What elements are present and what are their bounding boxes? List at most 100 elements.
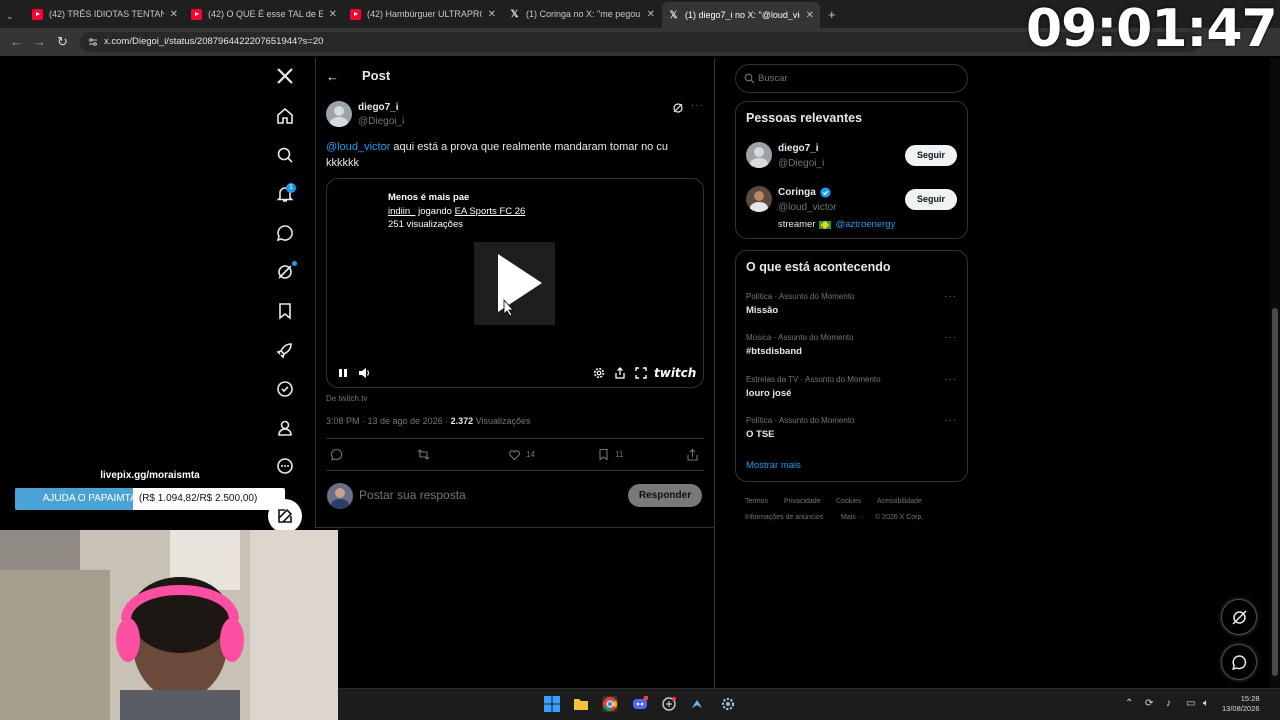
close-icon[interactable]: ✕ bbox=[806, 10, 814, 21]
browser-tab-3[interactable]: (42) Hambúrguer ULTRAPROCESS ✕ bbox=[344, 4, 502, 24]
display-icon[interactable]: ▭ bbox=[1186, 698, 1195, 709]
more-options-icon[interactable]: ··· bbox=[944, 374, 957, 385]
scrollbar-thumb[interactable] bbox=[1272, 308, 1278, 676]
footer-link[interactable]: Privacidade bbox=[784, 498, 821, 505]
trend-name[interactable]: Missão bbox=[746, 305, 778, 316]
repost-action[interactable] bbox=[417, 448, 435, 461]
more-options-icon[interactable]: ··· bbox=[944, 332, 957, 343]
footer-link[interactable]: Cookies bbox=[836, 498, 861, 505]
trend-name[interactable]: #btsdisband bbox=[746, 346, 802, 357]
chat-icon[interactable] bbox=[275, 223, 295, 243]
share-icon[interactable] bbox=[613, 366, 627, 380]
more-options-icon[interactable]: ··· bbox=[691, 100, 704, 111]
footer-link[interactable]: Informações de anúncios bbox=[745, 514, 823, 521]
chrome-icon[interactable] bbox=[602, 696, 618, 712]
pause-icon[interactable] bbox=[336, 366, 350, 380]
bookmark-icon[interactable] bbox=[275, 301, 295, 321]
page-title: Post bbox=[362, 68, 391, 83]
like-count: 14 bbox=[526, 450, 535, 459]
footer-link[interactable]: Mais ··· bbox=[841, 514, 865, 521]
person-handle[interactable]: @Diegoi_i bbox=[778, 158, 824, 169]
user-avatar[interactable] bbox=[327, 483, 353, 509]
verified-icon[interactable] bbox=[275, 379, 295, 399]
chevron-up-icon[interactable]: ⌃ bbox=[1125, 698, 1133, 709]
close-icon[interactable]: ✕ bbox=[329, 9, 337, 20]
home-icon[interactable] bbox=[275, 106, 295, 126]
settings-icon[interactable] bbox=[720, 696, 736, 712]
rocket-icon[interactable] bbox=[275, 340, 295, 360]
person-handle[interactable]: @loud_victor bbox=[778, 202, 837, 213]
avatar[interactable] bbox=[326, 101, 352, 127]
reload-icon[interactable]: ↻ bbox=[57, 34, 68, 50]
like-action[interactable]: 14 bbox=[508, 448, 535, 461]
author-handle[interactable]: @Diegoi_i bbox=[358, 116, 404, 127]
person-name[interactable]: diego7_i bbox=[778, 143, 819, 154]
windows-start-icon[interactable] bbox=[544, 696, 560, 712]
play-button[interactable] bbox=[474, 242, 555, 325]
microphone-icon[interactable]: ♪ bbox=[1166, 698, 1171, 709]
bookmark-action[interactable]: 11 bbox=[597, 448, 623, 461]
browser-tab-1[interactable]: (42) TRÊS IDIOTAS TENTANDO L ✕ bbox=[26, 4, 184, 24]
discord-icon[interactable] bbox=[632, 696, 648, 712]
file-explorer-icon[interactable] bbox=[573, 696, 589, 712]
messages-float-button[interactable] bbox=[1221, 644, 1257, 680]
tab-list-button[interactable]: ⌄ bbox=[6, 6, 20, 26]
back-arrow-icon[interactable]: ← bbox=[10, 34, 23, 49]
grok-float-button[interactable] bbox=[1221, 599, 1257, 635]
footer-link[interactable]: Acessibilidade bbox=[877, 498, 922, 505]
fullscreen-icon[interactable] bbox=[634, 366, 648, 380]
taskbar-date: 13/08/2026 bbox=[1222, 704, 1260, 713]
show-more-link[interactable]: Mostrar mais bbox=[746, 460, 801, 471]
more-options-icon[interactable]: ··· bbox=[944, 291, 957, 302]
new-tab-button[interactable]: + bbox=[822, 4, 838, 24]
bio-mention-link[interactable]: @aztroenergy bbox=[835, 219, 895, 230]
source-link[interactable]: De twitch.tv bbox=[326, 394, 367, 403]
trend-name[interactable]: louro josé bbox=[746, 388, 791, 399]
reply-input[interactable]: Postar sua resposta bbox=[359, 488, 466, 502]
mention-link[interactable]: @loud_victor bbox=[326, 141, 390, 153]
close-icon[interactable]: ✕ bbox=[170, 9, 178, 20]
video-user-link[interactable]: indiin_ bbox=[388, 206, 415, 217]
search-icon[interactable] bbox=[275, 145, 295, 165]
close-icon[interactable]: ✕ bbox=[488, 9, 496, 20]
grok-icon[interactable] bbox=[672, 102, 684, 114]
volume-icon[interactable] bbox=[357, 366, 371, 380]
x-logo-icon: 𝕏 bbox=[510, 8, 519, 20]
view-label: Visualizações bbox=[473, 416, 531, 426]
footer-link[interactable]: Termos bbox=[745, 498, 768, 505]
author-name[interactable]: diego7_i bbox=[358, 102, 399, 113]
search-input[interactable]: Buscar bbox=[735, 64, 968, 93]
x-logo-icon[interactable] bbox=[275, 66, 295, 86]
sync-icon[interactable]: ⟳ bbox=[1145, 698, 1153, 709]
taskbar-clock[interactable]: 15:28 13/08/2026 bbox=[1222, 694, 1260, 714]
browser-tab-2[interactable]: (42) O QUE É esse TAL de EL NIÑ ✕ bbox=[185, 4, 343, 24]
avatar[interactable] bbox=[746, 142, 772, 168]
person-name-row[interactable]: Coringa bbox=[778, 187, 831, 198]
site-settings-icon[interactable] bbox=[88, 37, 98, 47]
column-divider bbox=[714, 528, 715, 688]
browser-tab-5-active[interactable]: 𝕏 (1) diego7_i no X: "@loud_victor ✕ bbox=[662, 2, 820, 28]
video-game-link[interactable]: EA Sports FC 26 bbox=[455, 206, 526, 217]
donation-amount: (R$ 1.094,82/R$ 2.500,00) bbox=[138, 493, 258, 504]
profile-icon[interactable] bbox=[275, 418, 295, 438]
follow-button[interactable]: Seguir bbox=[905, 189, 957, 210]
forward-arrow-icon[interactable]: → bbox=[33, 34, 46, 49]
avatar[interactable] bbox=[746, 186, 772, 212]
gear-icon[interactable] bbox=[592, 366, 606, 380]
twitch-logo[interactable]: twitch bbox=[654, 366, 696, 380]
browser-tab-4[interactable]: 𝕏 (1) Coringa no X: "me pegou m ✕ bbox=[503, 4, 661, 24]
compose-post-button[interactable] bbox=[268, 499, 302, 533]
follow-button[interactable]: Seguir bbox=[905, 145, 957, 166]
share-action[interactable] bbox=[686, 448, 704, 461]
trend-name[interactable]: O TSE bbox=[746, 429, 775, 440]
close-icon[interactable]: ✕ bbox=[647, 9, 655, 20]
steam-icon[interactable] bbox=[690, 696, 706, 712]
more-options-icon[interactable]: ··· bbox=[944, 415, 957, 426]
reply-button[interactable]: Responder bbox=[628, 484, 702, 507]
donation-label: AJUDA O PAPAIMTA bbox=[42, 493, 137, 504]
volume-icon[interactable]: 🔈︎ bbox=[1203, 698, 1209, 709]
back-arrow-icon[interactable]: ← bbox=[326, 69, 339, 84]
app-icon[interactable] bbox=[661, 696, 677, 712]
reply-action[interactable] bbox=[330, 448, 348, 461]
webcam-feed bbox=[0, 530, 338, 720]
